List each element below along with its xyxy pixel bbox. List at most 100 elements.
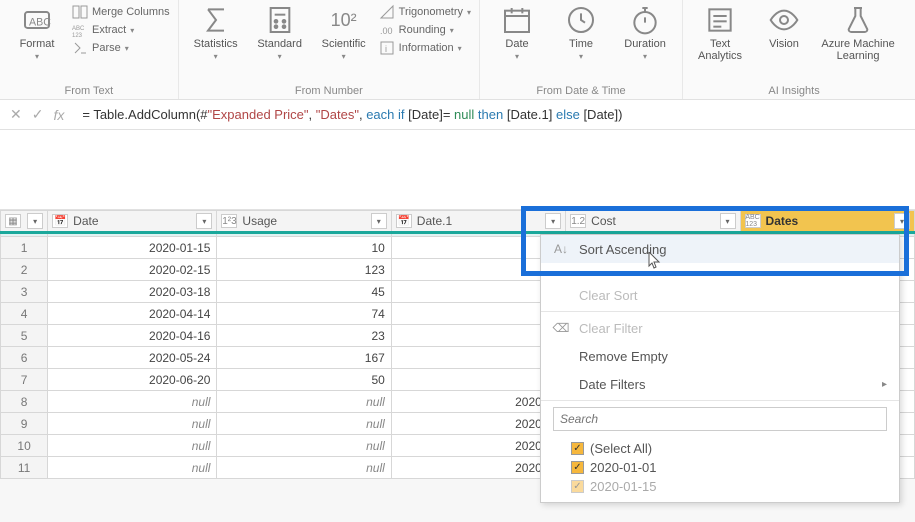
- cell-usage[interactable]: 23: [217, 325, 391, 347]
- cell-usage[interactable]: 167: [217, 347, 391, 369]
- menu-check-opt1[interactable]: ✓2020-01-01: [571, 458, 887, 477]
- col-filter-date1[interactable]: ▾: [545, 213, 561, 229]
- cell-date[interactable]: null: [48, 391, 217, 413]
- svg-text:123: 123: [72, 33, 83, 38]
- group-from-text: ABC Format ▾ Merge Columns ABC123Extract…: [0, 0, 179, 99]
- azure-ml-button[interactable]: Azure Machine Learning: [819, 4, 897, 62]
- format-label: Format: [20, 38, 55, 50]
- format-button[interactable]: ABC Format ▾: [8, 4, 66, 61]
- parse-button[interactable]: Parse▾: [72, 40, 170, 56]
- svg-text:.00: .00: [380, 26, 393, 36]
- cell-date[interactable]: 2020-04-14: [48, 303, 217, 325]
- standard-button[interactable]: Standard▾: [251, 4, 309, 61]
- cell-usage[interactable]: 123: [217, 259, 391, 281]
- svg-text:i: i: [385, 44, 387, 54]
- cell-date[interactable]: null: [48, 413, 217, 435]
- cell-date[interactable]: null: [48, 435, 217, 457]
- col-header-usage[interactable]: 1²3Usage▾: [217, 211, 391, 233]
- chevron-right-icon: ▸: [882, 379, 887, 390]
- formula-text[interactable]: = Table.AddColumn(#"Expanded Price", "Da…: [74, 107, 915, 123]
- menu-sort-ascending[interactable]: A↓ Sort Ascending: [541, 235, 899, 263]
- chevron-down-icon: ▾: [35, 52, 39, 61]
- cell-usage[interactable]: null: [217, 435, 391, 457]
- clock-icon: [565, 4, 597, 36]
- group-label-from-datetime: From Date & Time: [536, 82, 625, 99]
- formula-accept-icon[interactable]: ✓: [32, 106, 44, 123]
- group-ai-insights: Text Analytics Vision Azure Machine Lear…: [683, 0, 905, 99]
- cell-date[interactable]: 2020-05-24: [48, 347, 217, 369]
- row-number: 10: [1, 435, 48, 457]
- cell-usage[interactable]: 74: [217, 303, 391, 325]
- cell-date[interactable]: 2020-04-16: [48, 325, 217, 347]
- menu-date-filters[interactable]: Date Filters ▸: [541, 370, 899, 398]
- fx-icon: fx: [53, 107, 64, 123]
- data-table-wrap: ▦▾ 📅Date▾ 1²3Usage▾ 📅Date.1▾ 1.2Cost▾ AB…: [0, 210, 915, 479]
- menu-clear-filter: ⌫Clear Filter: [541, 314, 899, 342]
- formula-expand-area: [0, 130, 915, 210]
- col-filter-date[interactable]: ▾: [196, 213, 212, 229]
- calendar-icon: [501, 4, 533, 36]
- cell-usage[interactable]: 45: [217, 281, 391, 303]
- col-header-date[interactable]: 📅Date▾: [48, 211, 217, 233]
- statistics-button[interactable]: Statistics▾: [187, 4, 245, 61]
- cell-date[interactable]: null: [48, 457, 217, 479]
- vision-button[interactable]: Vision: [755, 4, 813, 50]
- row-number: 8: [1, 391, 48, 413]
- cell-usage[interactable]: null: [217, 457, 391, 479]
- whole-number-type-icon: 1²3: [221, 214, 237, 228]
- cell-date[interactable]: 2020-02-15: [48, 259, 217, 281]
- row-number: 11: [1, 457, 48, 479]
- menu-check-opt2[interactable]: ✓2020-01-15: [571, 477, 887, 496]
- cell-date[interactable]: 2020-03-18: [48, 281, 217, 303]
- group-label-ai-insights: AI Insights: [768, 82, 819, 99]
- row-number: 5: [1, 325, 48, 347]
- svg-text:ABC: ABC: [72, 26, 85, 32]
- trigonometry-button[interactable]: Trigonometry▾: [379, 4, 471, 20]
- row-number: 1: [1, 237, 48, 259]
- col-header-cost[interactable]: 1.2Cost▾: [566, 211, 740, 233]
- row-number: 2: [1, 259, 48, 281]
- cell-usage[interactable]: null: [217, 391, 391, 413]
- col-header-date1[interactable]: 📅Date.1▾: [391, 211, 565, 233]
- extract-button[interactable]: ABC123Extract▾: [72, 22, 170, 38]
- information-button[interactable]: iInformation▾: [379, 40, 471, 56]
- col-filter-usage[interactable]: ▾: [371, 213, 387, 229]
- decimal-type-icon: 1.2: [570, 214, 586, 228]
- sort-asc-icon: A↓: [553, 241, 569, 257]
- date-button[interactable]: Date▾: [488, 4, 546, 61]
- stopwatch-icon: [629, 4, 661, 36]
- calendar-type-icon: 📅: [396, 214, 412, 228]
- time-button[interactable]: Time▾: [552, 4, 610, 61]
- menu-remove-empty[interactable]: Remove Empty: [541, 342, 899, 370]
- text-analytics-icon: [704, 4, 736, 36]
- group-from-number: Statistics▾ Standard▾ 10² Scientific▾ Tr…: [179, 0, 480, 99]
- menu-search-input[interactable]: [553, 407, 887, 431]
- svg-text:ABC: ABC: [29, 16, 51, 28]
- text-analytics-button[interactable]: Text Analytics: [691, 4, 749, 62]
- ribbon: ABC Format ▾ Merge Columns ABC123Extract…: [0, 0, 915, 100]
- row-number: 3: [1, 281, 48, 303]
- col-filter-cost[interactable]: ▾: [720, 213, 736, 229]
- col-header-dates[interactable]: ABC123Dates▾: [740, 211, 914, 233]
- menu-clear-sort: Clear Sort: [541, 281, 899, 309]
- cell-usage[interactable]: 10: [217, 237, 391, 259]
- scientific-button[interactable]: 10² Scientific▾: [315, 4, 373, 61]
- any-type-icon: ABC123: [745, 214, 761, 228]
- group-label-from-number: From Number: [295, 82, 363, 99]
- cell-date[interactable]: 2020-06-20: [48, 369, 217, 391]
- duration-button[interactable]: Duration▾: [616, 4, 674, 61]
- menu-search-box[interactable]: [553, 407, 887, 431]
- cell-date[interactable]: 2020-01-15: [48, 237, 217, 259]
- col-filter-dates[interactable]: ▾: [894, 213, 910, 229]
- calculator-icon: [264, 4, 296, 36]
- formula-cancel-icon[interactable]: ✕: [10, 106, 22, 123]
- row-number: 4: [1, 303, 48, 325]
- rounding-button[interactable]: .00Rounding▾: [379, 22, 471, 38]
- cell-usage[interactable]: null: [217, 413, 391, 435]
- corner-cell[interactable]: ▦▾: [1, 211, 48, 233]
- menu-check-select-all[interactable]: ✓(Select All): [571, 439, 887, 458]
- cell-usage[interactable]: 50: [217, 369, 391, 391]
- column-filter-menu: A↓ Sort Ascending Z↓ Sort Descending Cle…: [540, 234, 900, 503]
- merge-columns-button[interactable]: Merge Columns: [72, 4, 170, 20]
- formula-bar: ✕ ✓ fx = Table.AddColumn(#"Expanded Pric…: [0, 100, 915, 130]
